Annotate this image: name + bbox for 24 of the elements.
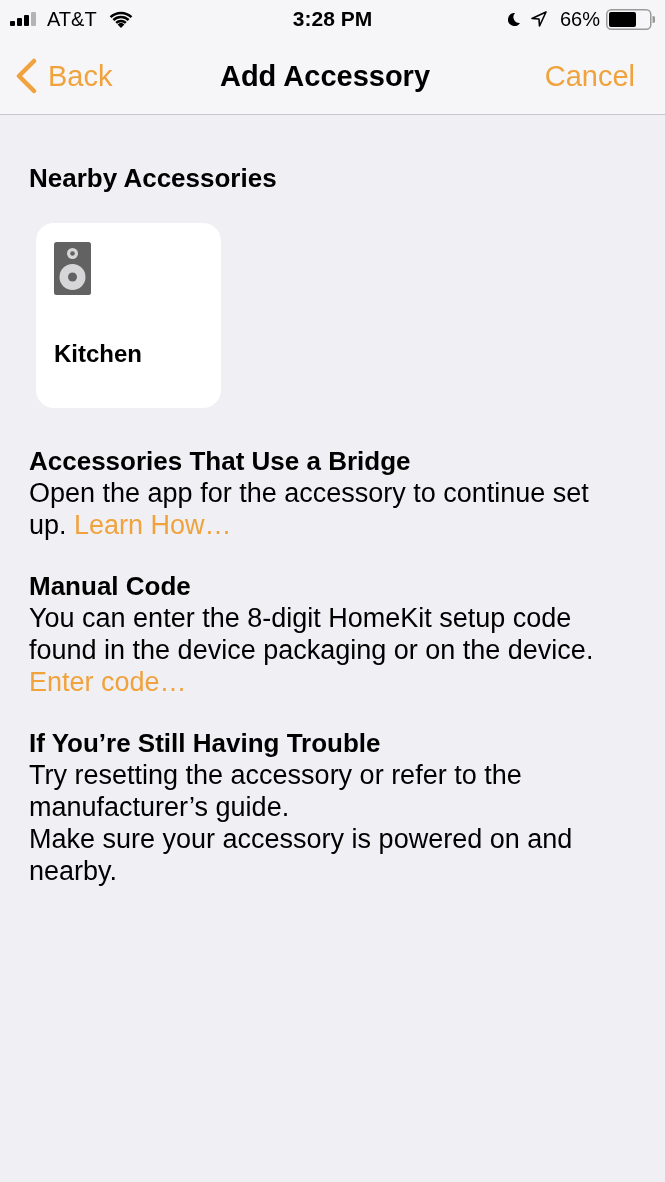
body-text: You can enter the 8-digit HomeKit setup code found in the device packaging or on the device. (29, 602, 595, 666)
section-heading: Nearby Accessories (29, 162, 278, 194)
clock-time: 3:28 PM (292, 7, 373, 31)
moon-icon (507, 12, 520, 26)
screen-title: Add Accessory (219, 59, 431, 93)
cancel-button[interactable]: Cancel (544, 58, 635, 94)
section-heading: Accessories That Use a Bridge (29, 445, 412, 477)
section-heading: Manual Code (29, 570, 192, 602)
wifi-icon (108, 10, 133, 28)
speaker-icon (54, 242, 91, 295)
back-button[interactable]: Back (15, 58, 113, 94)
chevron-icon (15, 58, 37, 94)
text-link[interactable]: Enter code… (29, 666, 187, 698)
body-text: Make sure your accessory is powered on and nearby. (29, 823, 574, 887)
battery-icon (606, 8, 655, 30)
carrier-name: AT&T (47, 7, 97, 31)
section-heading: If You’re Still Having Trouble (29, 727, 382, 759)
accessory-tile[interactable]: Kitchen (36, 223, 221, 408)
body-text: Open the app for the accessory to continue set up. Learn How… (29, 477, 590, 541)
location-arrow-icon (530, 11, 547, 27)
signal-icon (10, 12, 37, 26)
body-text: Try resetting the accessory or refer to the manufacturer’s guide. (29, 759, 523, 823)
text-link[interactable]: Learn How… (74, 510, 232, 540)
battery-percent: 66% (559, 7, 600, 31)
